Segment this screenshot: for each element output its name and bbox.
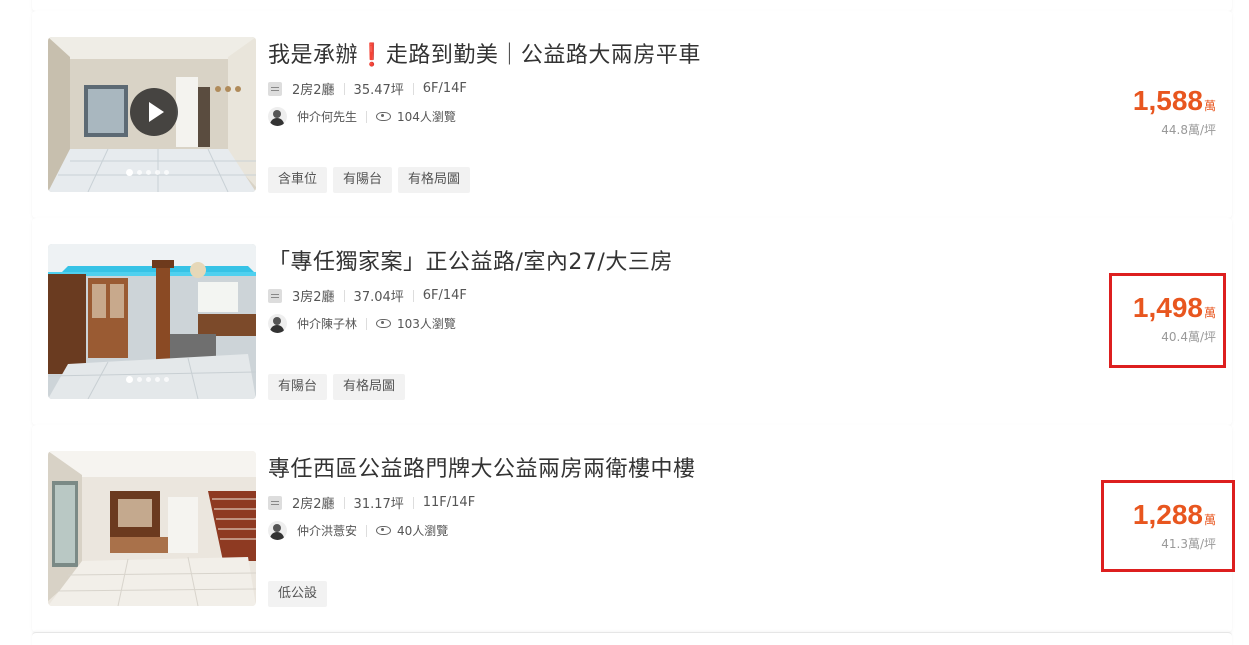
listing-tags: 低公設 xyxy=(268,581,328,607)
agent-avatar[interactable] xyxy=(268,314,287,333)
area-text: 35.47坪 xyxy=(353,83,404,98)
layout-icon xyxy=(268,81,282,96)
layout-icon xyxy=(268,495,282,510)
layout-text: 2房2廳 xyxy=(292,497,335,512)
listing-photo[interactable] xyxy=(48,451,256,606)
agent-name[interactable]: 仲介洪薏安 xyxy=(297,522,357,539)
eye-icon xyxy=(376,319,392,328)
listing-photo[interactable] xyxy=(48,37,256,192)
area-text: 31.17坪 xyxy=(353,497,404,512)
listing-specs: 3房2廳 37.04坪 6F/14F xyxy=(268,286,467,305)
tag: 有格局圖 xyxy=(333,374,406,400)
listing-card[interactable]: 我是承辦❗走路到勤美｜公益路大兩房平車 2房2廳 35.47坪 6F/14F 仲… xyxy=(32,11,1232,218)
tag: 有陽台 xyxy=(268,374,328,400)
area-text: 37.04坪 xyxy=(353,290,404,305)
agent-info: 仲介陳子林 103人瀏覽 xyxy=(268,314,456,333)
eye-icon xyxy=(376,526,392,535)
unit-price: 44.8萬/坪 xyxy=(1161,123,1216,137)
price-unit: 萬 xyxy=(1203,99,1216,113)
next-listing-card-edge xyxy=(32,632,1232,645)
photo-pagination-dots xyxy=(126,169,169,176)
listing-title[interactable]: 我是承辦❗走路到勤美｜公益路大兩房平車 xyxy=(268,37,701,69)
view-count: 40人瀏覽 xyxy=(397,524,449,538)
price-highlight-box xyxy=(1101,480,1235,572)
view-count: 103人瀏覽 xyxy=(397,317,456,331)
listing-title[interactable]: 「專任獨家案」正公益路/室內27/大三房 xyxy=(268,244,673,276)
tag: 含車位 xyxy=(268,167,328,193)
price-highlight-box xyxy=(1109,273,1226,368)
view-count: 104人瀏覽 xyxy=(397,110,456,124)
agent-info: 仲介何先生 104人瀏覽 xyxy=(268,107,456,126)
agent-name[interactable]: 仲介何先生 xyxy=(297,108,357,125)
listing-price: 1,588萬 44.8萬/坪 xyxy=(1133,85,1216,138)
tag: 低公設 xyxy=(268,581,328,607)
floor-text: 6F/14F xyxy=(422,81,467,96)
layout-text: 3房2廳 xyxy=(292,290,335,305)
tag: 有格局圖 xyxy=(398,167,471,193)
listing-page: 我是承辦❗走路到勤美｜公益路大兩房平車 2房2廳 35.47坪 6F/14F 仲… xyxy=(0,0,1249,645)
agent-avatar[interactable] xyxy=(268,107,287,126)
agent-info: 仲介洪薏安 40人瀏覽 xyxy=(268,521,448,540)
previous-listing-card-edge xyxy=(32,0,1232,11)
listing-card[interactable]: 「專任獨家案」正公益路/室內27/大三房 3房2廳 37.04坪 6F/14F … xyxy=(32,218,1232,425)
listing-tags: 有陽台 有格局圖 xyxy=(268,374,406,400)
listing-specs: 2房2廳 31.17坪 11F/14F xyxy=(268,493,475,512)
exclamation-icon: ❗ xyxy=(358,43,386,68)
photo-pagination-dots xyxy=(126,376,169,383)
listing-photo[interactable] xyxy=(48,244,256,399)
listing-card[interactable]: 專任西區公益路門牌大公益兩房兩衛樓中樓 2房2廳 31.17坪 11F/14F … xyxy=(32,425,1232,632)
listing-specs: 2房2廳 35.47坪 6F/14F xyxy=(268,79,467,98)
eye-icon xyxy=(376,112,392,121)
total-price: 1,588 xyxy=(1132,85,1203,116)
tag: 有陽台 xyxy=(333,167,393,193)
listing-title[interactable]: 專任西區公益路門牌大公益兩房兩衛樓中樓 xyxy=(268,451,696,483)
floor-text: 6F/14F xyxy=(422,288,467,303)
agent-avatar[interactable] xyxy=(268,521,287,540)
floor-text: 11F/14F xyxy=(422,495,476,510)
listing-tags: 含車位 有陽台 有格局圖 xyxy=(268,167,471,193)
play-video-icon[interactable] xyxy=(130,88,178,136)
layout-text: 2房2廳 xyxy=(292,83,335,98)
agent-name[interactable]: 仲介陳子林 xyxy=(297,315,357,332)
layout-icon xyxy=(268,288,282,303)
